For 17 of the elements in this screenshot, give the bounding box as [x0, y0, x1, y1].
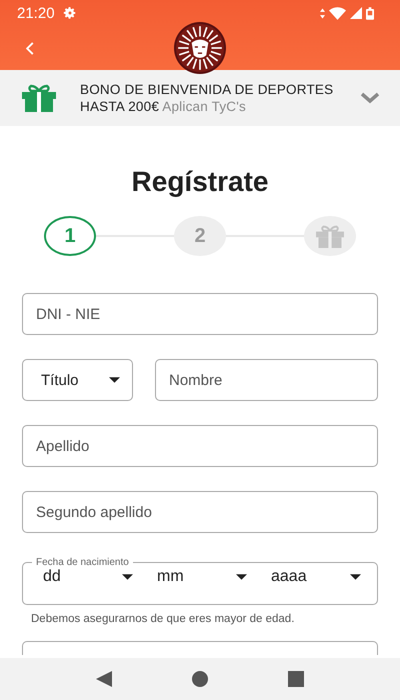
date-field[interactable]: Fecha de nacimiento dd mm aaaa — [22, 557, 378, 605]
date-dropdown[interactable]: mm — [157, 568, 247, 586]
step-indicator: 2 — [174, 216, 226, 256]
bonus-text: BONO DE BIENVENIDA DE DEPORTES HASTA 200€ Aplican TyC's — [80, 81, 334, 115]
input-field[interactable]: DNI - NIE — [22, 293, 378, 335]
title-dropdown[interactable]: Título — [22, 359, 133, 401]
date-dropdown[interactable]: dd — [43, 568, 133, 586]
step-indicator: 1 — [44, 216, 96, 256]
input-field[interactable]: Segundo apellido — [22, 491, 378, 533]
field-label: Fecha de nacimiento — [35, 557, 130, 568]
status-time: 21:20 — [17, 4, 55, 22]
bonus-banner[interactable]: BONO DE BIENVENIDA DE DEPORTES HASTA 200€ Aplican TyC's — [0, 70, 400, 126]
date-dropdown[interactable]: aaaa — [271, 568, 361, 586]
helper-text: Debemos asegurarnos de que eres mayor de edad. — [30, 613, 296, 625]
input-field[interactable]: Apellido — [22, 425, 378, 467]
input-field[interactable]: Nombre — [155, 359, 378, 401]
page-title: Regístrate — [130, 166, 270, 198]
